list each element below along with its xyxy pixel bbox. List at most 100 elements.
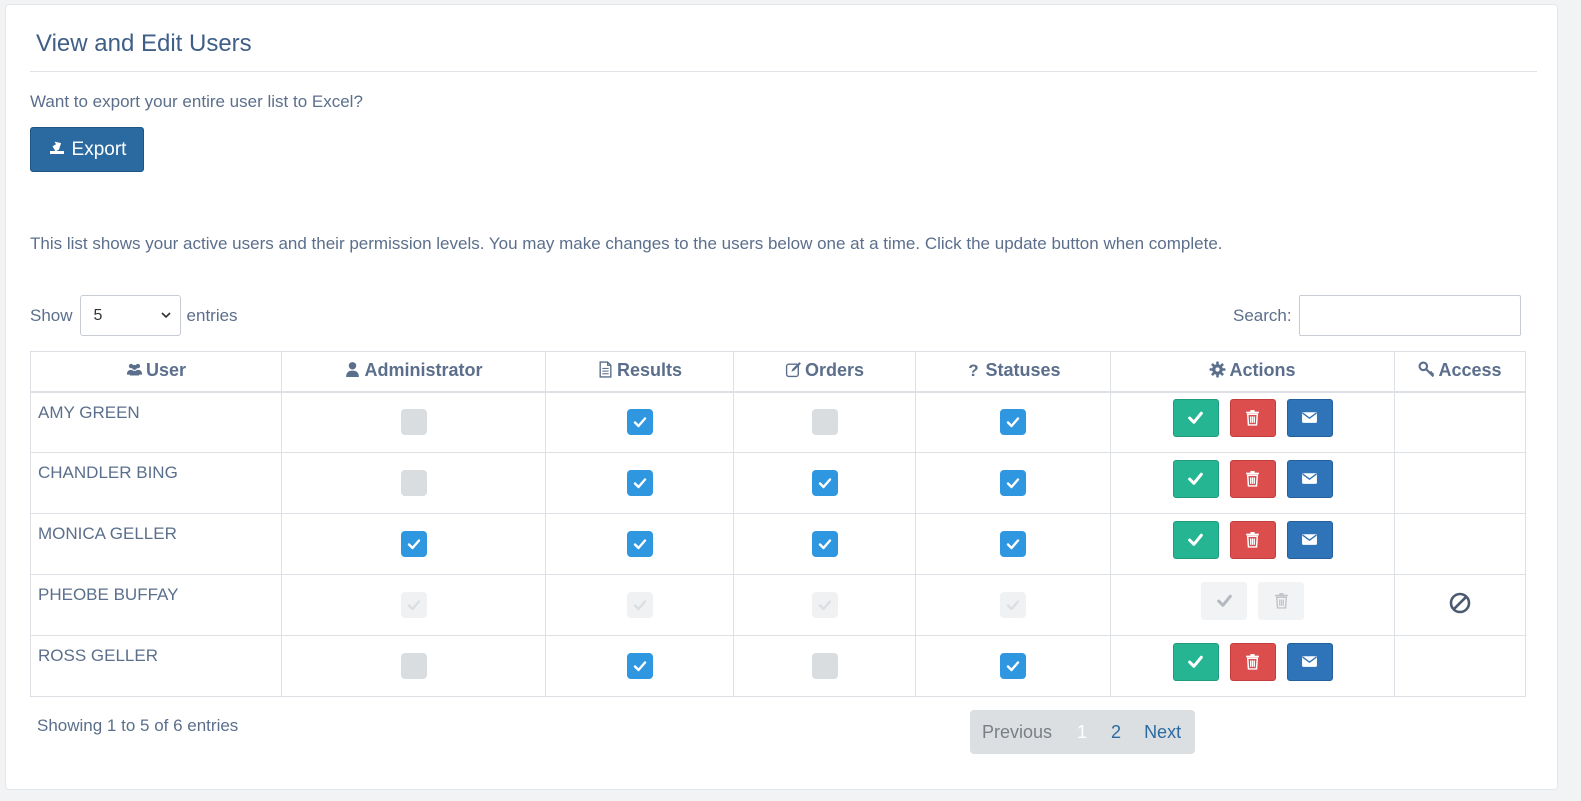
actions-cell [1110, 391, 1395, 453]
orders-cell [733, 513, 916, 575]
pagination: Previous 1 2 Next [970, 710, 1195, 754]
search-input[interactable] [1298, 295, 1521, 336]
administrator-cell [281, 574, 546, 636]
statuses-checkbox[interactable] [1000, 409, 1026, 436]
statuses-checkbox[interactable] [1000, 470, 1026, 496]
access-cell [1394, 574, 1526, 636]
search-label: Search: [1233, 305, 1292, 325]
table-row: ROSS GELLER [30, 635, 1526, 697]
user-name: CHANDLER BING [30, 452, 282, 514]
user-name: PHEOBE BUFFAY [30, 574, 282, 636]
delete-button[interactable] [1229, 520, 1276, 559]
update-button[interactable] [1172, 459, 1219, 498]
delete-button[interactable] [1229, 398, 1276, 437]
email-button[interactable] [1286, 459, 1333, 498]
action-buttons [1201, 581, 1304, 620]
delete-button-disabled [1258, 581, 1304, 620]
statuses-cell [915, 635, 1111, 697]
administrator-checkbox [400, 592, 427, 618]
column-header-actions[interactable]: Actions [1110, 351, 1395, 393]
envelope-icon [1301, 653, 1318, 670]
email-button[interactable] [1286, 398, 1333, 437]
update-button-disabled [1201, 581, 1247, 620]
results-checkbox[interactable] [626, 470, 653, 496]
column-header-label: Statuses [985, 359, 1061, 380]
check-icon [1187, 653, 1204, 670]
results-checkbox[interactable] [626, 531, 653, 557]
check-icon [1187, 470, 1204, 487]
orders-cell [733, 574, 916, 636]
user-name: AMY GREEN [30, 391, 282, 453]
email-button[interactable] [1286, 520, 1333, 559]
results-cell [545, 574, 734, 636]
gear-icon [1209, 361, 1226, 383]
column-header-statuses[interactable]: ? Statuses [915, 351, 1111, 393]
check-icon [1216, 592, 1233, 609]
user-name: MONICA GELLER [30, 513, 282, 575]
statuses-checkbox[interactable] [1000, 531, 1026, 557]
results-cell [545, 452, 734, 514]
update-button[interactable] [1172, 520, 1219, 559]
administrator-cell [281, 513, 546, 575]
administrator-checkbox[interactable] [400, 653, 427, 679]
orders-checkbox[interactable] [811, 470, 838, 496]
search-control: Search: [1233, 295, 1521, 336]
page-1-button[interactable]: 1 [1077, 722, 1087, 743]
check-icon [1187, 409, 1204, 426]
statuses-cell [915, 452, 1111, 514]
results-checkbox[interactable] [626, 653, 653, 679]
trash-icon [1273, 592, 1290, 609]
entries-select[interactable]: 5 [79, 295, 181, 336]
table-body: AMY GREEN CHANDLER BING MONICA GELLER PHEOB… [30, 391, 1526, 697]
column-header-administrator[interactable]: Administrator [281, 351, 546, 393]
table-row: AMY GREEN [30, 391, 1526, 453]
administrator-checkbox[interactable] [400, 409, 427, 436]
delete-button[interactable] [1229, 642, 1276, 681]
update-button[interactable] [1172, 398, 1219, 437]
edit-icon [785, 361, 802, 383]
next-page-button[interactable]: Next [1144, 722, 1181, 743]
show-label: Show [30, 305, 73, 325]
orders-checkbox[interactable] [811, 653, 838, 679]
delete-button[interactable] [1229, 459, 1276, 498]
column-header-label: Actions [1229, 359, 1296, 380]
action-buttons [1172, 642, 1333, 681]
administrator-checkbox[interactable] [400, 531, 427, 557]
svg-text:?: ? [969, 361, 979, 378]
results-cell [545, 391, 734, 453]
column-header-orders[interactable]: Orders [733, 351, 916, 393]
user-icon [344, 361, 361, 383]
action-buttons [1172, 398, 1333, 437]
trash-icon [1244, 531, 1261, 548]
actions-cell [1110, 574, 1395, 636]
statuses-cell [915, 391, 1111, 453]
orders-checkbox[interactable] [811, 531, 838, 557]
results-checkbox [626, 592, 653, 618]
statuses-checkbox[interactable] [1000, 653, 1026, 679]
page-2-button[interactable]: 2 [1111, 722, 1121, 743]
administrator-checkbox[interactable] [400, 470, 427, 496]
action-buttons [1172, 520, 1333, 559]
previous-page-button[interactable]: Previous [982, 722, 1052, 743]
actions-cell [1110, 635, 1395, 697]
administrator-cell [281, 635, 546, 697]
ban-icon[interactable] [1448, 592, 1472, 619]
user-name: ROSS GELLER [30, 635, 282, 697]
column-header-results[interactable]: Results [545, 351, 734, 393]
email-button[interactable] [1286, 642, 1333, 681]
statuses-checkbox [1000, 592, 1026, 618]
statuses-cell [915, 574, 1111, 636]
question-icon: ? [965, 361, 982, 383]
chevron-down-icon [160, 307, 171, 325]
column-header-label: Orders [804, 359, 865, 380]
column-header-user[interactable]: User [30, 351, 282, 393]
action-buttons [1172, 459, 1333, 498]
export-button[interactable]: Export [30, 127, 144, 172]
orders-cell [733, 452, 916, 514]
results-checkbox[interactable] [626, 409, 653, 436]
orders-checkbox[interactable] [811, 409, 838, 436]
results-cell [545, 513, 734, 575]
statuses-cell [915, 513, 1111, 575]
column-header-access[interactable]: Access [1394, 351, 1526, 393]
update-button[interactable] [1172, 642, 1219, 681]
